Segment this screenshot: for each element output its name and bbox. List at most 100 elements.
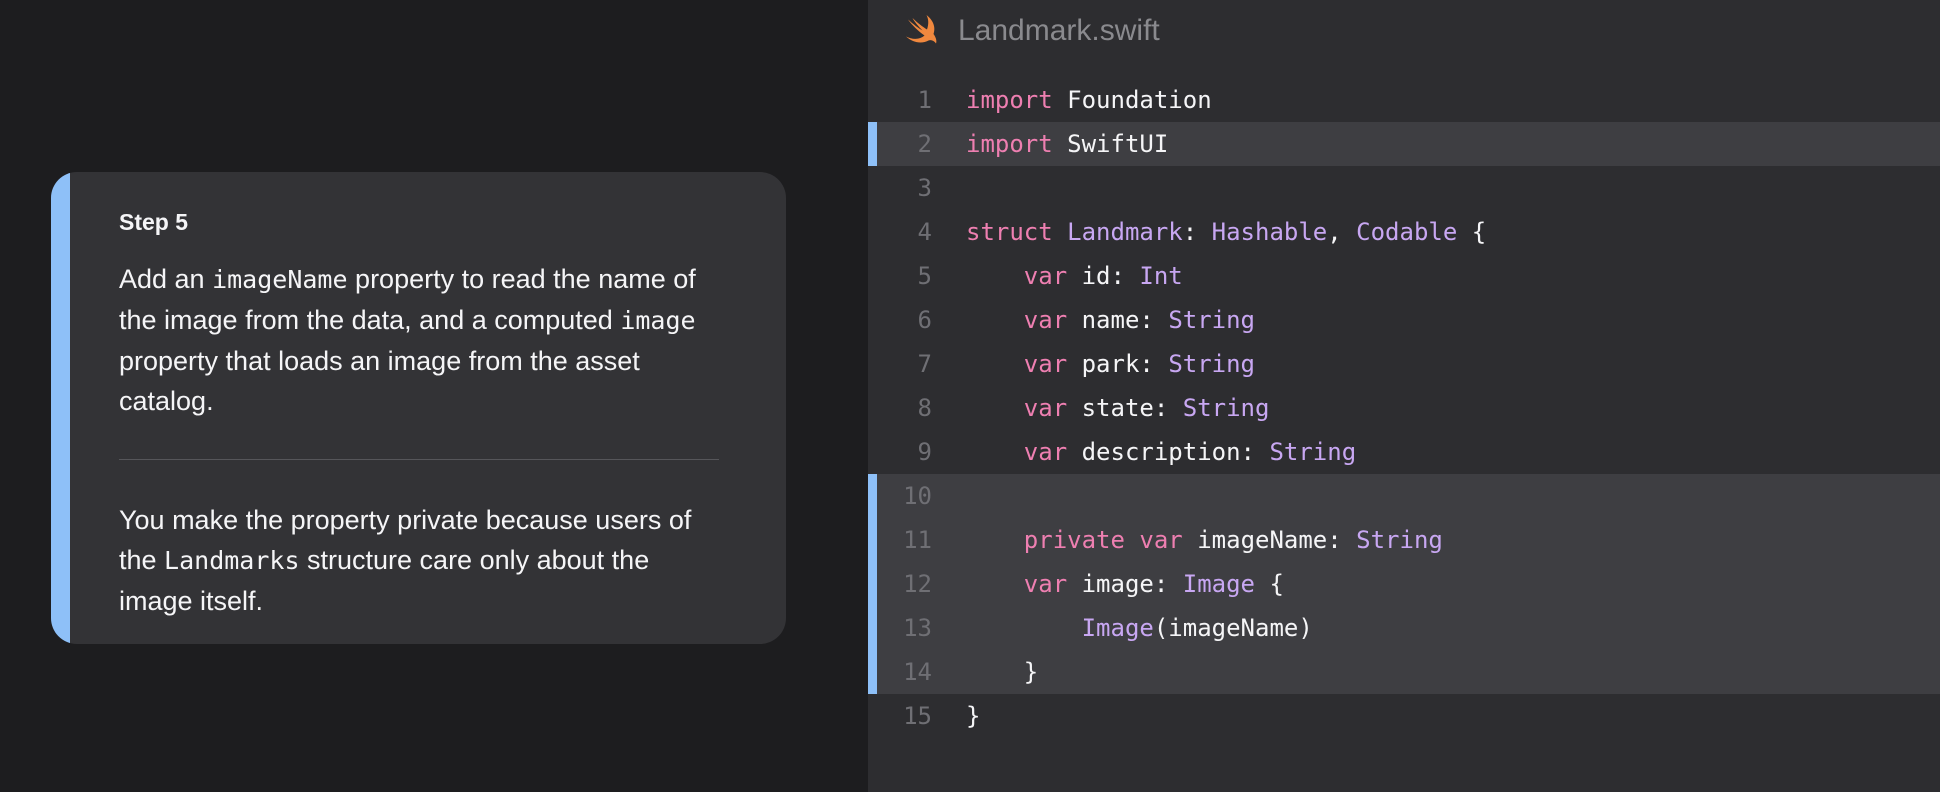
code-line[interactable]: 13 Image(imageName) bbox=[868, 606, 1940, 650]
swift-icon bbox=[902, 13, 940, 49]
line-number: 3 bbox=[917, 174, 932, 202]
type-token: String bbox=[1168, 306, 1256, 334]
line-number: 6 bbox=[917, 306, 932, 334]
code-token: state: bbox=[1067, 394, 1183, 422]
keyword-token: var bbox=[1023, 350, 1068, 378]
text-run: property that loads an image from the as… bbox=[119, 346, 640, 416]
line-number: 15 bbox=[903, 702, 932, 730]
code-line[interactable]: 6 var name: String bbox=[868, 298, 1940, 342]
line-number: 9 bbox=[917, 438, 932, 466]
type-token: Codable bbox=[1356, 218, 1458, 246]
line-code: import SwiftUI bbox=[966, 130, 1168, 158]
code-token: id: bbox=[1067, 262, 1140, 290]
keyword-token: struct bbox=[966, 218, 1053, 246]
line-code: var image: Image { bbox=[966, 570, 1284, 598]
code-token: name: bbox=[1067, 306, 1169, 334]
code-token: } bbox=[966, 702, 981, 730]
code-line[interactable]: 11 private var imageName: String bbox=[868, 518, 1940, 562]
code-line[interactable]: 2 import SwiftUI bbox=[868, 122, 1940, 166]
code-line[interactable]: 8 var state: String bbox=[868, 386, 1940, 430]
code-line[interactable]: 12 var image: Image { bbox=[868, 562, 1940, 606]
line-number: 12 bbox=[903, 570, 932, 598]
type-token: Hashable bbox=[1211, 218, 1328, 246]
code-lines: 1 import Foundation 2 import SwiftUI 3 4 struc… bbox=[868, 78, 1940, 738]
code-line[interactable]: 3 bbox=[868, 166, 1940, 210]
keyword-token: import bbox=[966, 86, 1053, 114]
code-line[interactable]: 14 } bbox=[868, 650, 1940, 694]
code-line[interactable]: 1 import Foundation bbox=[868, 78, 1940, 122]
line-code: private var imageName: String bbox=[966, 526, 1443, 554]
editor-file-header: Landmark.swift bbox=[868, 0, 1940, 62]
keyword-token: var bbox=[1023, 262, 1068, 290]
line-number: 7 bbox=[917, 350, 932, 378]
step-pane: Step 5 Add an imageName property to read… bbox=[0, 0, 868, 792]
code-line[interactable]: 7 var park: String bbox=[868, 342, 1940, 386]
step-card-body: Step 5 Add an imageName property to read… bbox=[119, 208, 719, 621]
line-code: var id: Int bbox=[966, 262, 1183, 290]
code-editor[interactable]: Landmark.swift 1 import Foundation 2 import… bbox=[868, 0, 1940, 792]
code-token: description: bbox=[1067, 438, 1270, 466]
code-line[interactable]: 10 bbox=[868, 474, 1940, 518]
type-token: String bbox=[1356, 526, 1443, 554]
line-code: } bbox=[966, 702, 980, 730]
line-number: 11 bbox=[903, 526, 932, 554]
code-token: image: bbox=[1067, 570, 1183, 598]
keyword-token: private bbox=[1023, 526, 1125, 554]
code-line[interactable]: 5 var id: Int bbox=[868, 254, 1940, 298]
line-code: import Foundation bbox=[966, 86, 1212, 114]
line-code: var description: String bbox=[966, 438, 1356, 466]
line-number: 10 bbox=[903, 482, 932, 510]
type-token: Landmark bbox=[1067, 218, 1183, 246]
step-card[interactable]: Step 5 Add an imageName property to read… bbox=[51, 172, 786, 644]
code-token: Foundation bbox=[1052, 86, 1212, 114]
file-name: Landmark.swift bbox=[958, 14, 1160, 47]
code-token: } bbox=[966, 658, 1039, 686]
line-code: struct Landmark: Hashable, Codable { bbox=[966, 218, 1486, 246]
type-token: String bbox=[1269, 438, 1357, 466]
line-number: 8 bbox=[917, 394, 932, 422]
text-run: Add an bbox=[119, 264, 213, 294]
keyword-token: var bbox=[1023, 438, 1068, 466]
keyword-token: var bbox=[1023, 570, 1068, 598]
code-token: SwiftUI bbox=[1052, 130, 1169, 158]
step-explanation-text: You make the property private because us… bbox=[119, 500, 719, 621]
inline-code: imageName bbox=[212, 265, 348, 294]
code-token: park: bbox=[1067, 350, 1169, 378]
line-number: 1 bbox=[917, 86, 932, 114]
line-number: 4 bbox=[917, 218, 932, 246]
inline-code: image bbox=[620, 306, 696, 335]
code-token: { bbox=[1457, 218, 1487, 246]
code-line[interactable]: 9 var description: String bbox=[868, 430, 1940, 474]
keyword-token: var bbox=[1023, 394, 1068, 422]
line-code: } bbox=[966, 658, 1038, 686]
keyword-token: var bbox=[1139, 526, 1183, 554]
step-active-indicator bbox=[51, 172, 70, 644]
line-code: var park: String bbox=[966, 350, 1255, 378]
code-token: : bbox=[1182, 218, 1212, 246]
type-token: String bbox=[1182, 394, 1270, 422]
code-line[interactable]: 4 struct Landmark: Hashable, Codable { bbox=[868, 210, 1940, 254]
line-number: 2 bbox=[917, 130, 932, 158]
line-number: 14 bbox=[903, 658, 932, 686]
type-token: String bbox=[1168, 350, 1256, 378]
line-number: 5 bbox=[917, 262, 932, 290]
line-code: Image(imageName) bbox=[966, 614, 1313, 642]
tutorial-step-view: Step 5 Add an imageName property to read… bbox=[0, 0, 1940, 792]
code-token: , bbox=[1327, 218, 1357, 246]
type-token: Image bbox=[1182, 570, 1255, 598]
line-code: var name: String bbox=[966, 306, 1255, 334]
code-token: imageName: bbox=[1182, 526, 1357, 554]
code-token: { bbox=[1255, 570, 1284, 598]
step-instruction-text: Add an imageName property to read the na… bbox=[119, 259, 719, 421]
code-line[interactable]: 15} bbox=[868, 694, 1940, 738]
inline-code: Landmarks bbox=[164, 546, 300, 575]
